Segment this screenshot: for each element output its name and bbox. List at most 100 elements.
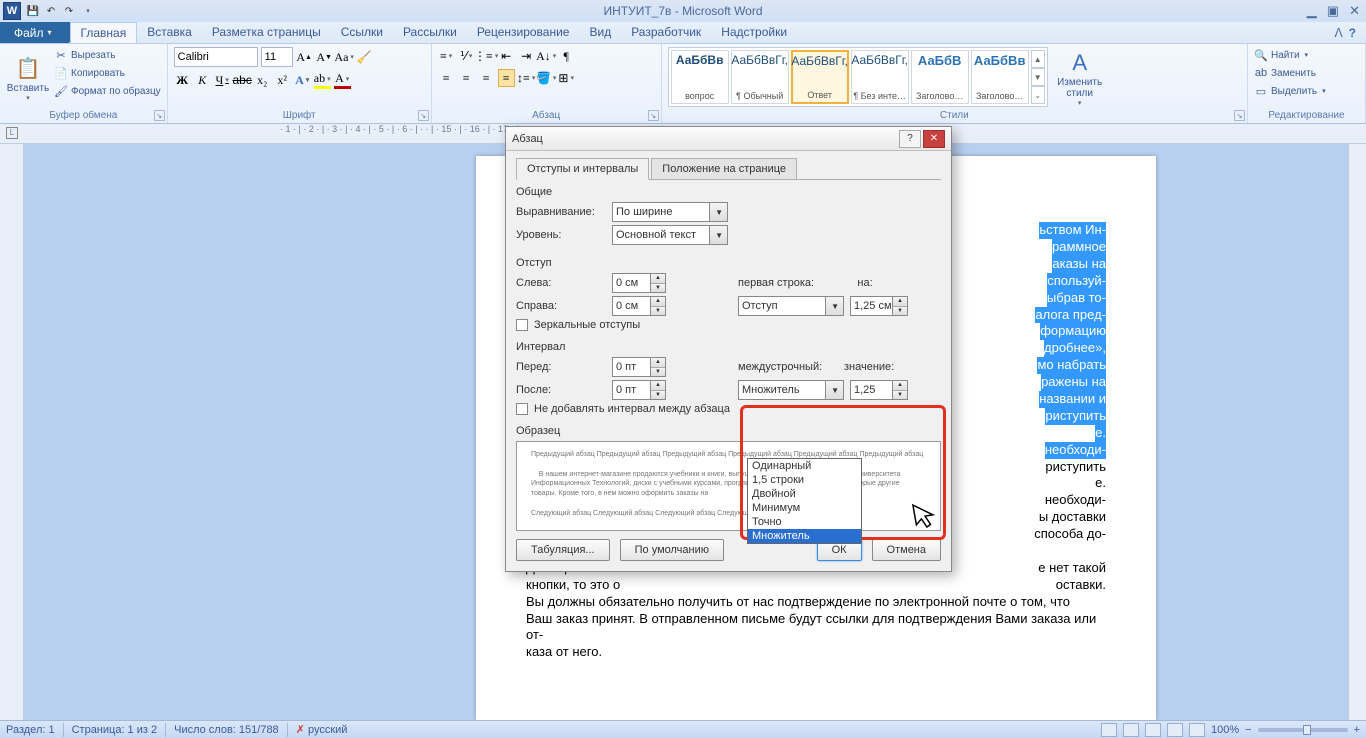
view-web[interactable] (1145, 723, 1161, 737)
ribbon-min-icon[interactable]: ᐱ (1334, 26, 1342, 40)
before-input[interactable]: 0 пт▲▼ (612, 357, 666, 377)
style-item-3[interactable]: АаБбВвГг,¶ Без инте… (851, 50, 909, 104)
dd-item-1[interactable]: 1,5 строки (748, 473, 861, 487)
by2-input[interactable]: 1,25▲▼ (850, 380, 908, 400)
style-item-4[interactable]: АаБбВЗаголово… (911, 50, 969, 104)
font-launcher[interactable]: ↘ (418, 110, 429, 121)
view-print[interactable] (1101, 723, 1117, 737)
firstline-combo[interactable]: Отступ▼ (738, 296, 844, 316)
multilevel[interactable]: ⋮≡ (478, 47, 495, 65)
alignment-combo[interactable]: По ширине▼ (612, 202, 728, 222)
sb-page[interactable]: Страница: 1 из 2 (72, 724, 158, 736)
tab-addins[interactable]: Надстройки (711, 22, 797, 43)
dec-indent[interactable]: ⇤ (498, 47, 515, 65)
line-combo[interactable]: Множитель▼ (738, 380, 844, 400)
noadd-check[interactable] (516, 403, 528, 415)
dd-item-2[interactable]: Двойной (748, 487, 861, 501)
show-marks[interactable]: ¶ (558, 47, 575, 65)
style-item-5[interactable]: АаБбВвЗаголово… (971, 50, 1029, 104)
left-input[interactable]: 0 см▲▼ (612, 273, 666, 293)
font-size-combo[interactable]: 11 (261, 47, 293, 67)
select-button[interactable]: ▭Выделить▾ (1254, 83, 1326, 99)
line-spacing-dropdown[interactable]: Одинарный 1,5 строки Двойной Минимум Точ… (747, 458, 862, 544)
dd-item-5[interactable]: Множитель (748, 529, 861, 543)
inc-indent[interactable]: ⇥ (518, 47, 535, 65)
tab-refs[interactable]: Ссылки (331, 22, 393, 43)
paste-button[interactable]: 📋 Вставить ▾ (6, 47, 50, 109)
dd-item-3[interactable]: Минимум (748, 501, 861, 515)
tab-review[interactable]: Рецензирование (467, 22, 580, 43)
align-left[interactable]: ≡ (438, 69, 455, 87)
dialog-help[interactable]: ? (899, 130, 921, 148)
paragraph-launcher[interactable]: ↘ (648, 110, 659, 121)
qa-undo[interactable]: ↶ (43, 3, 59, 19)
dialog-tab-position[interactable]: Положение на странице (651, 158, 797, 180)
tab-view[interactable]: Вид (579, 22, 621, 43)
align-right[interactable]: ≡ (478, 69, 495, 87)
superscript[interactable]: x² (274, 71, 291, 89)
gallery-scroll[interactable]: ▲▼⌄ (1031, 50, 1045, 104)
after-input[interactable]: 0 пт▲▼ (612, 380, 666, 400)
dialog-close[interactable]: ✕ (923, 130, 945, 148)
qa-customize[interactable] (79, 3, 95, 19)
find-button[interactable]: 🔍Найти▾ (1254, 47, 1326, 63)
dd-item-4[interactable]: Точно (748, 515, 861, 529)
dialog-titlebar[interactable]: Абзац ? ✕ (506, 127, 951, 151)
minimize-button[interactable]: ▁ (1307, 3, 1317, 19)
subscript[interactable]: x₂ (254, 71, 271, 89)
bullets[interactable]: ≡ (438, 47, 455, 65)
clear-format[interactable]: 🧹 (356, 48, 373, 66)
highlight-color[interactable]: ab (314, 71, 331, 89)
cut-button[interactable]: ✂Вырезать (54, 47, 161, 63)
grow-font[interactable]: A▲ (296, 48, 313, 66)
help-icon[interactable]: ? (1349, 26, 1356, 40)
dd-item-0[interactable]: Одинарный (748, 459, 861, 473)
bold[interactable]: Ж (174, 71, 191, 89)
align-center[interactable]: ≡ (458, 69, 475, 87)
default-button[interactable]: По умолчанию (620, 539, 724, 561)
clipboard-launcher[interactable]: ↘ (154, 110, 165, 121)
sb-lang[interactable]: русский (308, 724, 347, 736)
tabs-button[interactable]: Табуляция... (516, 539, 610, 561)
replace-button[interactable]: abЗаменить (1254, 65, 1326, 81)
close-button[interactable]: ✕ (1349, 3, 1360, 19)
qa-save[interactable]: 💾 (25, 3, 41, 19)
proof-icon[interactable]: ✗ (296, 723, 305, 736)
numbering[interactable]: ⅟ (458, 47, 475, 65)
underline[interactable]: Ч (214, 71, 231, 89)
cancel-button[interactable]: Отмена (872, 539, 941, 561)
maximize-button[interactable]: ▣ (1327, 3, 1339, 19)
format-painter-button[interactable]: 🖌Формат по образцу (54, 83, 161, 99)
tab-home[interactable]: Главная (70, 22, 138, 43)
right-input[interactable]: 0 см▲▼ (612, 296, 666, 316)
tab-layout[interactable]: Разметка страницы (202, 22, 331, 43)
view-read[interactable] (1123, 723, 1139, 737)
italic[interactable]: К (194, 71, 211, 89)
file-tab[interactable]: Файл (0, 22, 70, 43)
mirror-check[interactable] (516, 319, 528, 331)
view-draft[interactable] (1189, 723, 1205, 737)
v-ruler[interactable] (0, 144, 24, 720)
change-styles-button[interactable]: A Изменить стили ▾ (1052, 47, 1108, 109)
level-combo[interactable]: Основной текст▼ (612, 225, 728, 245)
shrink-font[interactable]: A▼ (316, 48, 333, 66)
styles-gallery[interactable]: АаБбВввопрос АаБбВвГг,¶ Обычный АаБбВвГг… (668, 47, 1048, 107)
dialog-tab-indent[interactable]: Отступы и интервалы (516, 158, 649, 180)
sb-words[interactable]: Число слов: 151/788 (174, 724, 279, 736)
style-item-2[interactable]: АаБбВвГг,Ответ (791, 50, 849, 104)
justify[interactable]: ≡ (498, 69, 515, 87)
style-item-0[interactable]: АаБбВввопрос (671, 50, 729, 104)
tab-insert[interactable]: Вставка (137, 22, 202, 43)
shading[interactable]: 🪣 (538, 69, 555, 87)
copy-button[interactable]: 📄Копировать (54, 65, 161, 81)
style-item-1[interactable]: АаБбВвГг,¶ Обычный (731, 50, 789, 104)
zoom-in[interactable]: + (1354, 724, 1360, 736)
sb-section[interactable]: Раздел: 1 (6, 724, 55, 736)
font-name-combo[interactable]: Calibri (174, 47, 258, 67)
view-outline[interactable] (1167, 723, 1183, 737)
sort[interactable]: A↓ (538, 47, 555, 65)
tab-mail[interactable]: Рассылки (393, 22, 467, 43)
borders[interactable]: ⊞ (558, 69, 575, 87)
zoom-slider[interactable] (1258, 728, 1348, 732)
tab-dev[interactable]: Разработчик (621, 22, 711, 43)
